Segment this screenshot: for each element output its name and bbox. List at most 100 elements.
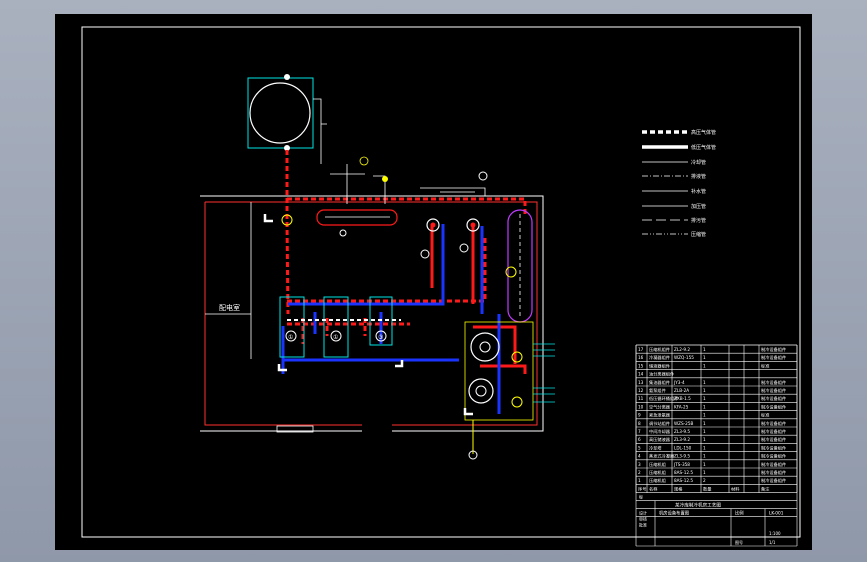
legend-label-6: 排污管 <box>691 217 706 224</box>
table-cell: 3 <box>638 462 641 467</box>
table-cell: 制冷设备组件 <box>761 469 786 476</box>
table-cell: WZS-25B <box>674 421 694 426</box>
table-header-cell: 序号 <box>638 486 646 493</box>
table-cell: 1 <box>703 404 706 409</box>
table-cell: 1 <box>703 413 706 418</box>
table-cell: 8 <box>638 421 641 426</box>
table-cell: 8AS-12.5 <box>674 470 693 475</box>
table-cell: 高压储液器 <box>649 436 671 443</box>
table-cell: 制冷设备组件 <box>761 444 786 451</box>
table-cell: KFA-25 <box>674 404 689 409</box>
table-cell: 1 <box>638 478 641 483</box>
tag-1a-label: ① <box>288 334 293 341</box>
compressor-units <box>279 296 393 358</box>
table-cell: 1 <box>703 347 706 352</box>
table-cell: 14 <box>638 372 644 377</box>
tag-7 <box>478 171 488 181</box>
table-cell: 油分离器组件 <box>649 371 674 378</box>
table-cell: 压缩机组 <box>649 461 666 468</box>
table-cell: 制冷设备组件 <box>761 420 786 427</box>
table-cell: 2 <box>638 470 641 475</box>
tag-9 <box>420 249 430 259</box>
table-cell: 制冷设备组件 <box>761 461 786 468</box>
table-cell: 储液器组件 <box>649 362 670 369</box>
title-block-row-label: 审核 <box>639 516 647 522</box>
title-block-title: 某冷库制冷机房工艺图 <box>675 502 721 509</box>
high-pressure-pipes <box>285 150 527 344</box>
valve-station-a-dot <box>430 222 436 228</box>
table-header-cell: 规格 <box>674 486 683 493</box>
cad-drawing: 配电室 ① ① ③ 高压气体管 低压气体管 冷却管 排液管 补水管 加压管 排污… <box>81 26 801 547</box>
table-cell: 制冷设备组件 <box>761 436 786 443</box>
circulating-drum <box>470 332 500 362</box>
table-cell: 11 <box>638 396 644 401</box>
title-block-row-label: 设计 <box>639 510 647 516</box>
title-block-drawing-name: 机房设备布置图 <box>659 510 689 517</box>
table-cell: 5 <box>638 445 641 450</box>
table-cell: 制冷设备组件 <box>761 346 786 353</box>
table-cell: 1 <box>703 462 706 467</box>
room-label: 配电室 <box>219 303 240 312</box>
table-cell: ZLB-2A <box>674 388 689 393</box>
table-cell: 制冷设备组件 <box>761 387 786 394</box>
table-cell: 冷凝器组件 <box>649 354 670 361</box>
legend-label-2: 冷却管 <box>691 159 706 166</box>
cad-canvas: 配电室 ① ① ③ 高压气体管 低压气体管 冷却管 排液管 补水管 加压管 排污… <box>55 14 812 550</box>
table-cell: 制冷设备组件 <box>761 453 786 460</box>
title-block-sheet-label: 图号 <box>735 539 743 545</box>
table-cell: 制冷设备组件 <box>761 379 786 386</box>
table-cell: 8AS-12.5 <box>674 478 693 483</box>
table-cell: 17 <box>638 347 644 352</box>
table-cell: JTS-358 <box>673 462 690 467</box>
table-cell: 标准 <box>761 412 769 419</box>
table-cell: 1 <box>703 388 706 393</box>
table-cell: 1 <box>703 421 706 426</box>
table-cell: 制冷设备组件 <box>761 403 786 410</box>
high-pressure-solid <box>430 224 527 374</box>
table-header-cell: 材料 <box>731 486 740 493</box>
title-block-sheet: 1/1 <box>769 540 776 545</box>
title-block-drawing-no: LK-001 <box>769 511 784 517</box>
tag-3-label: ③ <box>378 334 383 341</box>
table-cell: 1 <box>703 445 706 450</box>
table-cell: 制冷设备组件 <box>761 354 786 361</box>
title-block-scale: 1:100 <box>769 531 781 536</box>
table-header-cell: 数量 <box>703 486 711 493</box>
tag-1b-label: ① <box>333 334 338 341</box>
table-cell: 制冷设备组件 <box>761 477 786 484</box>
legend <box>642 130 688 235</box>
table-cell: 1 <box>703 380 706 385</box>
table-cell: 集油器组件 <box>649 379 670 386</box>
table-cell: 压缩机组 <box>649 477 666 484</box>
tag-6 <box>339 229 347 237</box>
valve-station-top <box>330 156 486 204</box>
ammonia-pump <box>468 378 494 404</box>
outlet-lines <box>533 343 555 403</box>
legend-label-7: 压缩管 <box>691 231 706 238</box>
partition-wall <box>205 202 252 359</box>
table-cell: ZL3-9.5 <box>674 454 690 459</box>
table-cell: 13 <box>638 380 644 385</box>
table-cell: 紧急泄氨器 <box>649 412 671 419</box>
title-block-scale-label: 比例 <box>735 510 744 517</box>
table-cell: 标准 <box>761 362 769 369</box>
table-cell: 16 <box>638 355 644 360</box>
legend-labels: 高压气体管 低压气体管 冷却管 排液管 补水管 加压管 排污管 压缩管 <box>691 129 716 238</box>
table-cell: 1 <box>703 396 706 401</box>
table-cell: 1 <box>703 429 706 434</box>
drum-tag <box>479 341 491 353</box>
table-cell: 1 <box>703 454 706 459</box>
table-cell: 1 <box>703 470 706 475</box>
table-header-cell: 备注 <box>761 486 770 493</box>
tag-16 <box>459 243 469 253</box>
tag-17 <box>382 176 388 182</box>
table-cell: 7 <box>638 429 641 434</box>
table-cell: ZL2-9.2 <box>674 347 690 352</box>
valve-station-b-dot <box>470 222 476 228</box>
table-cell: 压缩机组 <box>649 469 666 476</box>
legend-label-1: 低压气体管 <box>691 144 716 151</box>
table-cell: 制冷设备组件 <box>761 395 786 402</box>
legend-label-4: 补水管 <box>691 188 706 195</box>
table-cell: 15 <box>638 363 644 368</box>
table-cell: 10 <box>638 404 644 409</box>
